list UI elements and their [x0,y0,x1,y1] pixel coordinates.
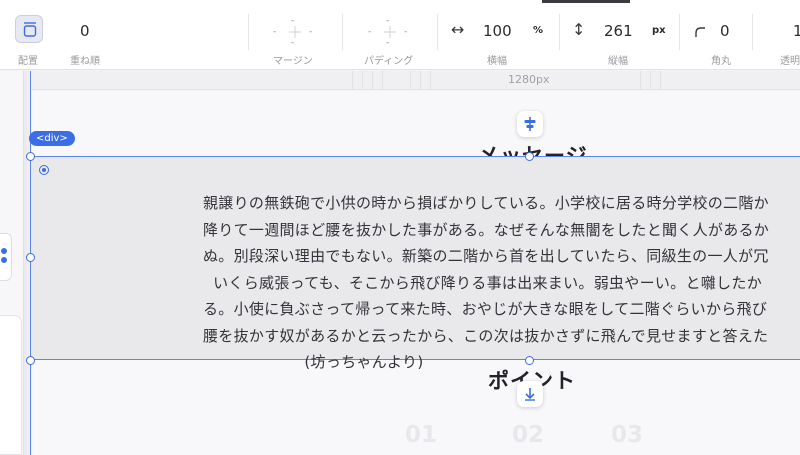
padding-label: パディング [364,56,414,67]
radius-label: 角丸 [711,56,731,67]
ruler-tick [660,71,661,89]
width-input[interactable]: 100 [483,22,512,40]
ruler-tick [352,71,353,89]
divider [559,14,560,50]
step-number: 02 [512,422,545,448]
z-order-label: 重ね順 [70,56,100,67]
radius-input[interactable]: 0 [720,22,730,40]
margin-left[interactable]: - [273,27,276,37]
body-paragraph[interactable]: 親譲りの無鉄砲で小供の時から損ばかりしている。小学校に居る時分学校の二階か 降り… [203,190,800,376]
ruler-width-label: 1280px [508,73,550,86]
padding-right[interactable]: - [404,27,407,37]
width-unit-select[interactable]: % [533,25,543,36]
body-line: いくら威張っても、そこから飛び降りる事は出来まい。弱虫やーい。と囃したか [203,273,762,292]
resize-handle-top[interactable] [525,152,534,161]
placement-label: 配置 [18,56,38,67]
ruler-tick [420,71,421,89]
height-arrows-icon: ↕ [572,20,586,39]
width-ruler: 1280px [32,71,800,90]
panel-toggle-button[interactable] [0,233,12,281]
move-up-button[interactable] [517,111,543,137]
plus-icon [384,26,396,38]
ruler-tick [382,71,383,89]
editor-root: 配置 0 重ね順 - - - - マージン - - - - パディング ↔ 10… [0,0,800,455]
body-line: 降りて一週間ほど腰を抜かした事がある。なぜそんな無闇をしたと聞く人があるか [203,220,770,239]
opacity-input[interactable]: 1 [793,22,800,40]
resize-handle-bottom-left[interactable] [26,356,35,365]
placement-button[interactable] [15,15,43,43]
side-card [0,315,22,455]
ruler-tick [430,71,431,89]
corner-radius-icon [695,27,705,37]
move-down-button[interactable] [517,381,543,407]
body-line: 腰を抜かす奴があるかと云ったから、この次は抜かさずに飛んで見せますと答えた [203,326,769,345]
resize-handle-left[interactable] [26,253,35,262]
style-toolbar: 配置 0 重ね順 - - - - マージン - - - - パディング ↔ 10… [0,0,800,70]
ruler-tick [650,71,651,89]
padding-control[interactable]: - - - - [365,16,415,50]
padding-left[interactable]: - [368,27,371,37]
body-line: 親譲りの無鉄砲で小供の時から損ばかりしている。小学校に居る時分学校の二階か [203,194,769,212]
height-input[interactable]: 261 [604,22,633,40]
placement-icon [23,22,37,37]
ruler-tick [410,71,411,89]
width-arrows-icon: ↔ [451,20,465,39]
divider [752,14,753,50]
plus-icon [289,26,301,38]
margin-label: マージン [273,56,313,67]
margin-control[interactable]: - - - - [270,16,320,50]
active-indicator [542,0,630,3]
handle-dot-icon [1,248,7,254]
divider [248,14,249,50]
divider [437,14,438,50]
resize-handle-top-left[interactable] [26,152,35,161]
anchor-target-icon[interactable] [39,165,49,175]
ruler-tick [640,71,641,89]
step-number: 01 [405,422,438,448]
step-number: 03 [611,422,644,448]
body-line: ぬ。別段深い理由でもない。新築の二階から首を出していたら、同級生の一人が冗 [203,247,769,265]
z-order-input[interactable]: 0 [80,22,90,40]
body-line: る。小使に負ぶさって帰って来た時、おやじが大きな眼をして二階ぐらいから飛び [203,300,768,318]
height-unit-select[interactable]: px [652,25,666,36]
opacity-label: 透明 [780,56,800,67]
divider [679,14,680,50]
align-center-icon [524,117,536,131]
element-tag-badge[interactable]: <div> [29,131,75,146]
margin-right[interactable]: - [309,27,312,37]
arrow-down-icon [525,388,535,401]
ruler-tick [372,71,373,89]
ruler-tick [362,71,363,89]
width-label: 横幅 [487,56,507,67]
body-line: (坊っちゃんより) [203,353,424,371]
height-label: 縦幅 [608,56,628,67]
divider [342,14,343,50]
handle-dot-icon [1,257,7,263]
